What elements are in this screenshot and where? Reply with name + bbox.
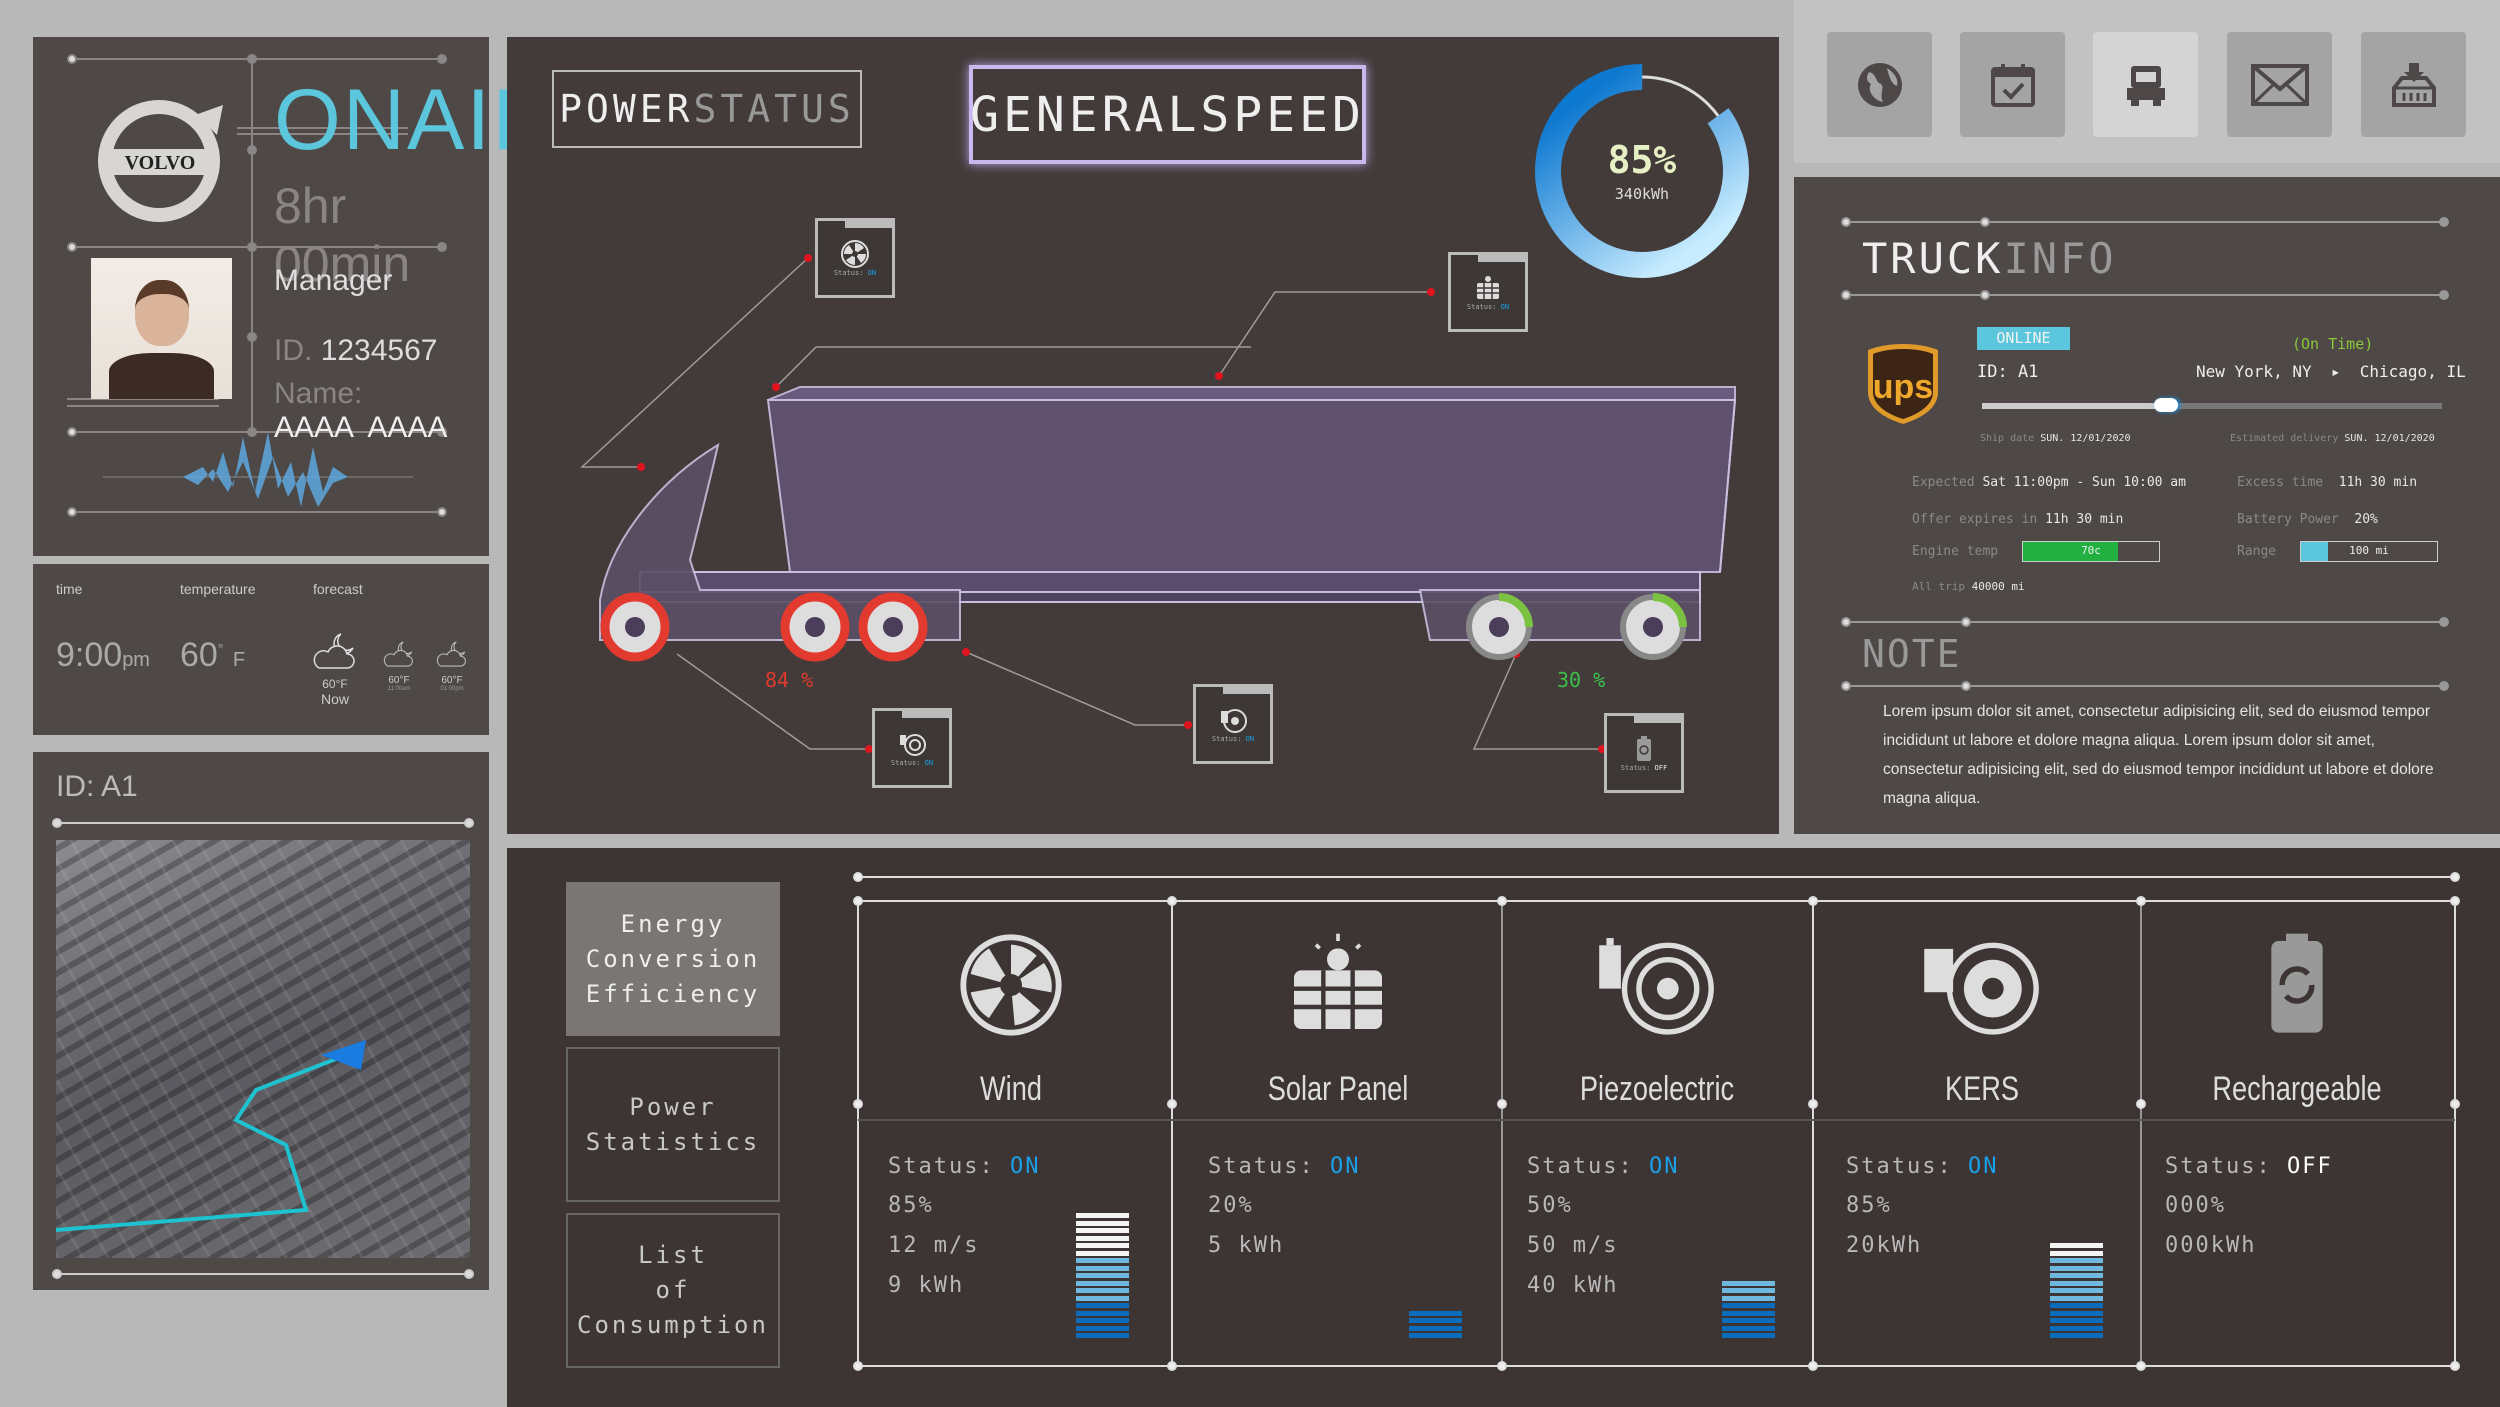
level-bar	[1076, 1303, 1129, 1308]
level-bar	[1076, 1273, 1129, 1278]
level-bars	[1076, 1211, 1129, 1338]
level-bars	[1722, 1278, 1775, 1338]
level-bar	[1409, 1310, 1462, 1316]
level-bar	[1076, 1318, 1129, 1323]
source-value: 000%	[2165, 1193, 2226, 1218]
level-bar	[1722, 1295, 1775, 1301]
source-value: 50 m/s	[1527, 1233, 1619, 1258]
level-bar	[1076, 1213, 1129, 1218]
level-bar	[2050, 1295, 2103, 1301]
source-value: 5 kWh	[1208, 1233, 1285, 1258]
level-bar	[1722, 1310, 1775, 1316]
source-value: 20kWh	[1846, 1233, 1923, 1258]
source-name-solar: Solar Panel	[1267, 1070, 1409, 1108]
source-status: Status: ON	[1846, 1154, 1999, 1179]
level-bar	[1076, 1265, 1129, 1271]
solar-panel-icon	[1294, 933, 1382, 1029]
source-status: Status: ON	[1208, 1154, 1361, 1179]
level-bar	[1722, 1325, 1775, 1331]
level-bar	[1409, 1333, 1462, 1338]
level-bar	[1076, 1333, 1129, 1338]
level-bar	[2050, 1273, 2103, 1278]
source-value: 000kWh	[2165, 1233, 2257, 1258]
source-value: 40 kWh	[1527, 1273, 1619, 1298]
level-bar	[1722, 1303, 1775, 1308]
source-value: 20%	[1208, 1193, 1254, 1218]
source-value: 50%	[1527, 1193, 1573, 1218]
level-bar	[1076, 1250, 1129, 1256]
level-bar	[1722, 1288, 1775, 1293]
level-bar	[1076, 1220, 1129, 1226]
level-bar	[1409, 1325, 1462, 1331]
source-value: 85%	[888, 1193, 934, 1218]
level-bar	[1076, 1325, 1129, 1331]
piezoelectric-icon	[1599, 938, 1714, 1035]
source-value: 85%	[1846, 1193, 1892, 1218]
wind-turbine-icon	[960, 934, 1062, 1036]
level-bar	[2050, 1250, 2103, 1256]
level-bar	[1076, 1228, 1129, 1233]
level-bar	[1722, 1333, 1775, 1338]
level-bar	[2050, 1258, 2103, 1263]
level-bar	[2050, 1265, 2103, 1271]
rechargeable-battery-icon	[2271, 933, 2323, 1033]
level-bar	[1076, 1258, 1129, 1263]
level-bar	[2050, 1333, 2103, 1338]
level-bar	[2050, 1303, 2103, 1308]
source-name-rechargeable: Rechargeable	[2212, 1070, 2382, 1108]
source-status: Status: ON	[888, 1154, 1041, 1179]
level-bar	[1076, 1295, 1129, 1301]
source-status: Status: ON	[1527, 1154, 1680, 1179]
level-bar	[1722, 1280, 1775, 1286]
kers-brake-icon	[1924, 942, 2039, 1035]
level-bar	[1076, 1243, 1129, 1248]
level-bar	[1076, 1235, 1129, 1241]
source-name-kers: KERS	[1944, 1070, 2020, 1108]
level-bar	[2050, 1318, 2103, 1323]
level-bar	[1076, 1310, 1129, 1316]
level-bars	[2050, 1241, 2103, 1338]
level-bar	[2050, 1280, 2103, 1286]
level-bar	[1409, 1318, 1462, 1323]
source-status: Status: OFF	[2165, 1154, 2333, 1179]
level-bar	[1722, 1318, 1775, 1323]
level-bars	[1409, 1308, 1462, 1338]
level-bar	[2050, 1325, 2103, 1331]
source-name-wind: Wind	[980, 1070, 1042, 1108]
source-name-piezo: Piezoelectric	[1579, 1070, 1735, 1108]
level-bar	[2050, 1243, 2103, 1248]
level-bar	[2050, 1288, 2103, 1293]
source-value: 9 kWh	[888, 1273, 965, 1298]
level-bar	[2050, 1310, 2103, 1316]
level-bar	[1076, 1280, 1129, 1286]
level-bar	[1076, 1288, 1129, 1293]
source-value: 12 m/s	[888, 1233, 980, 1258]
